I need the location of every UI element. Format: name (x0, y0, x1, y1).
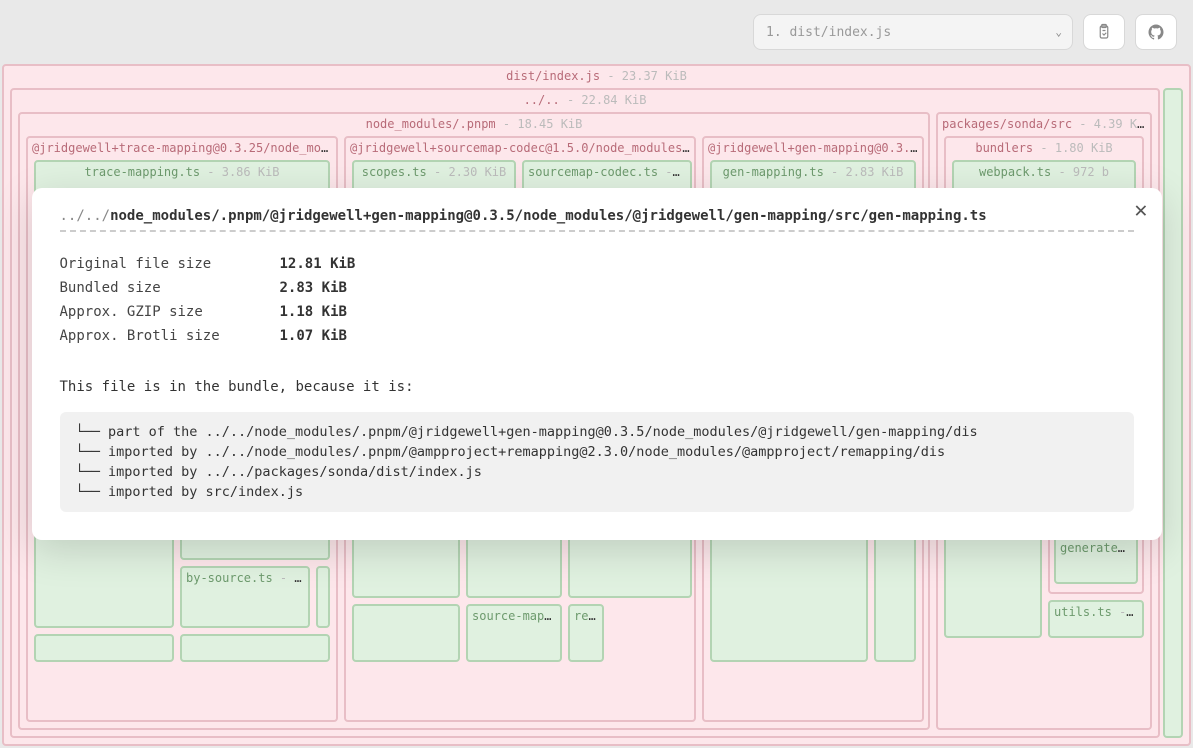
node-blank2[interactable] (180, 634, 330, 662)
clipboard-button[interactable] (1083, 14, 1125, 50)
node-rem-ts[interactable]: rem… (568, 604, 604, 662)
file-path: ../../node_modules/.pnpm/@jridgewell+gen… (60, 208, 1134, 232)
stat-label: Approx. Brotli size (60, 324, 260, 348)
inclusion-reason: This file is in the bundle, because it i… (60, 376, 1134, 512)
node-blank4[interactable] (34, 634, 174, 662)
import-chain: └── part of the ../../node_modules/.pnpm… (60, 412, 1134, 512)
node-blank3[interactable] (316, 566, 330, 628)
node-utils-ts[interactable]: utils.ts - … (1048, 600, 1144, 638)
node-bysource-ts[interactable]: by-source.ts - 3… (180, 566, 310, 628)
stat-value: 12.81 KiB (280, 252, 356, 276)
bundle-select-label: 1. dist/index.js (766, 25, 891, 40)
close-button[interactable]: ✕ (1134, 198, 1147, 223)
chain-line: └── imported by ../../node_modules/.pnpm… (76, 442, 1118, 462)
node-generate-ts[interactable]: generate.… (1054, 536, 1138, 584)
node-sourcemap-ts[interactable]: source-map.t… (466, 604, 562, 662)
stat-value: 1.18 KiB (280, 300, 347, 324)
node-sliver[interactable] (1163, 88, 1183, 738)
file-stats: Original file size 12.81 KiB Bundled size… (60, 252, 1134, 348)
stat-value: 1.07 KiB (280, 324, 347, 348)
node-label: ../.. - 22.84 KiB (12, 90, 1158, 110)
chain-line: └── imported by src/index.js (76, 482, 1118, 502)
stat-label: Bundled size (60, 276, 260, 300)
topbar: 1. dist/index.js ⌄ (0, 0, 1193, 64)
file-detail-modal: ✕ ../../node_modules/.pnpm/@jridgewell+g… (32, 188, 1162, 540)
stat-label: Original file size (60, 252, 260, 276)
chain-line: └── part of the ../../node_modules/.pnpm… (76, 422, 1118, 442)
github-button[interactable] (1135, 14, 1177, 50)
bundle-select[interactable]: 1. dist/index.js ⌄ (753, 14, 1073, 50)
clipboard-icon (1095, 23, 1113, 41)
node-blank8[interactable] (352, 604, 460, 662)
node-label: dist/index.js - 23.37 KiB (4, 66, 1189, 86)
node-label: node_modules/.pnpm - 18.45 KiB (20, 114, 928, 134)
chain-line: └── imported by ../../packages/sonda/dis… (76, 462, 1118, 482)
close-icon: ✕ (1134, 198, 1147, 223)
stat-label: Approx. GZIP size (60, 300, 260, 324)
reason-intro: This file is in the bundle, because it i… (60, 376, 1134, 398)
chevron-down-icon: ⌄ (1055, 26, 1062, 39)
github-icon (1147, 23, 1165, 41)
stat-value: 2.83 KiB (280, 276, 347, 300)
